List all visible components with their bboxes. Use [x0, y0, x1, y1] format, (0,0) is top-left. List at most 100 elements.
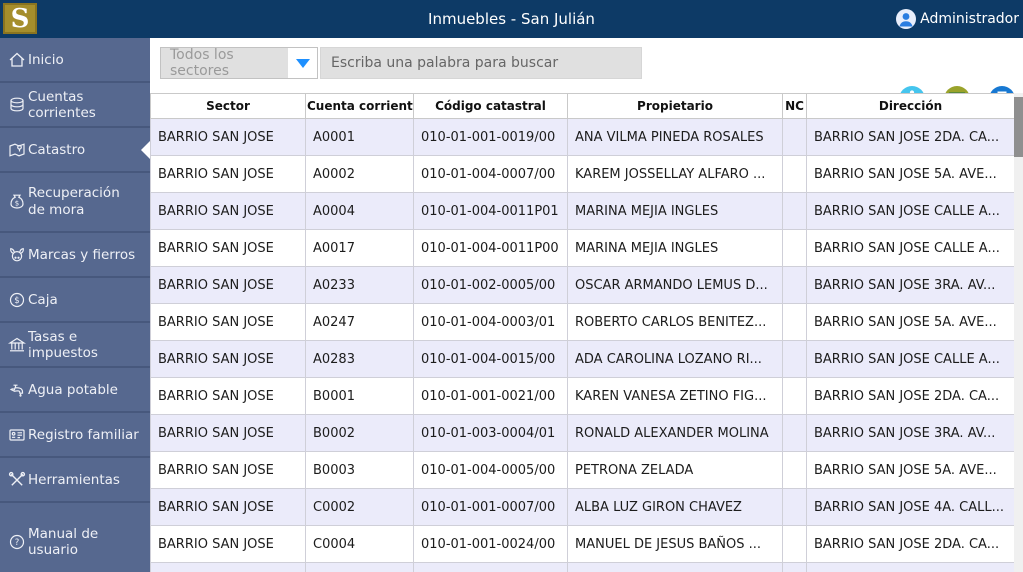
- sidebar-item-cuentas-corrientes[interactable]: Cuentas corrientes: [0, 83, 150, 128]
- table-cell: BARRIO SAN JOSE: [150, 525, 306, 563]
- table-cell: [782, 525, 807, 563]
- table-cell: ADA CAROLINA LOZANO RI...: [567, 340, 783, 378]
- table-cell: 010-01-003-0004/01: [413, 414, 568, 452]
- user-menu[interactable]: Administrador: [894, 0, 1019, 38]
- table-cell: [782, 451, 807, 489]
- sidebar-item-marcas-y-fierros[interactable]: Marcas y fierros: [0, 233, 150, 278]
- chevron-down-icon: [295, 58, 310, 68]
- sidebar-item-label: Tasas e impuestos: [28, 328, 98, 361]
- active-item-notch: [141, 140, 150, 159]
- table-cell: OSCAR ARMANDO LEMUS D...: [567, 266, 783, 304]
- table-cell: BARRIO SAN JOSE 2DA. CA...: [806, 118, 1014, 156]
- table-row-partial[interactable]: Ñ: [150, 562, 1014, 572]
- table-cell: [782, 155, 807, 193]
- table-cell: [782, 340, 807, 378]
- table-cell: 010-01-001-0021/00: [413, 377, 568, 415]
- table-cell: [782, 229, 807, 267]
- table-cell: A0002: [305, 155, 414, 193]
- table-cell: [150, 562, 306, 572]
- table-cell: BARRIO SAN JOSE 3RA. AV...: [806, 266, 1014, 304]
- sidebar-item-label: Caja: [28, 291, 58, 308]
- money-bag-icon: $: [10, 194, 24, 209]
- table-row[interactable]: BARRIO SAN JOSE B0002 010-01-003-0004/01 RO…: [150, 414, 1014, 452]
- table-cell: BARRIO SAN JOSE 5A. AVE...: [806, 303, 1014, 341]
- table-row[interactable]: BARRIO SAN JOSE A0001 010-01-001-0019/00 AN…: [150, 118, 1014, 156]
- table-row[interactable]: BARRIO SAN JOSE A0004 010-01-004-0011P01 MA…: [150, 192, 1014, 230]
- sidebar-item-caja[interactable]: $ Caja: [0, 278, 150, 323]
- table-cell: A0001: [305, 118, 414, 156]
- table-cell: 010-01-004-0003/01: [413, 303, 568, 341]
- sidebar-item-label: Recuperación de mora: [28, 185, 120, 218]
- table-cell: BARRIO SAN JOSE 2DA. CA...: [806, 377, 1014, 415]
- sidebar-item-recuperacion-de-mora[interactable]: $ Recuperación de mora: [0, 173, 150, 233]
- table-cell: [782, 414, 807, 452]
- table-cell: BARRIO SAN JOSE CALLE A...: [806, 229, 1014, 267]
- table-row[interactable]: BARRIO SAN JOSE C0004 010-01-001-0024/00 MA…: [150, 525, 1014, 563]
- sidebar-item-inicio[interactable]: Inicio: [0, 38, 150, 83]
- bank-icon: [7, 337, 27, 351]
- table-cell: ROBERTO CARLOS BENITEZ...: [567, 303, 783, 341]
- column-header: Sector: [150, 93, 306, 119]
- svg-text:$: $: [14, 296, 19, 306]
- id-card-icon: [9, 428, 25, 441]
- table-cell: BARRIO SAN JOSE: [150, 229, 306, 267]
- user-name: Administrador: [920, 11, 1019, 27]
- faucet-icon: [9, 384, 24, 397]
- table-cell: 010-01-004-0007/00: [413, 155, 568, 193]
- sidebar-item-catastro[interactable]: Catastro: [0, 128, 150, 173]
- column-header: NC: [782, 93, 807, 119]
- sector-dropdown[interactable]: Todos los sectores: [160, 47, 318, 79]
- table-row[interactable]: BARRIO SAN JOSE A0283 010-01-004-0015/00 AD…: [150, 340, 1014, 378]
- table-row[interactable]: BARRIO SAN JOSE C0002 010-01-001-0007/00 AL…: [150, 488, 1014, 526]
- table-cell: 010-01-001-0007/00: [413, 488, 568, 526]
- table-cell: [413, 562, 568, 572]
- table-row[interactable]: BARRIO SAN JOSE B0003 010-01-004-0005/00 PE…: [150, 451, 1014, 489]
- svg-text:?: ?: [15, 538, 20, 548]
- table-cell: [305, 562, 414, 572]
- table-cell: BARRIO SAN JOSE: [150, 451, 306, 489]
- sidebar: Inicio Cuentas corrientes Catastro $ Rec…: [0, 38, 150, 572]
- table-cell: [782, 192, 807, 230]
- app-header: S Inmuebles - San Julián Administrador: [0, 0, 1023, 38]
- sidebar-item-manual-de-usuario[interactable]: ? Manual de usuario: [0, 519, 150, 564]
- table-cell: MANUEL DE JESUS BAÑOS ...: [567, 525, 783, 563]
- vertical-scrollbar[interactable]: [1014, 93, 1023, 572]
- table-cell: B0001: [305, 377, 414, 415]
- sidebar-item-label: Registro familiar: [28, 426, 139, 443]
- table-cell: KAREN VANESA ZETINO FIG...: [567, 377, 783, 415]
- table-cell: MARINA MEJIA INGLES: [567, 192, 783, 230]
- sidebar-item-herramientas[interactable]: Herramientas: [0, 458, 150, 503]
- sidebar-item-agua-potable[interactable]: Agua potable: [0, 368, 150, 413]
- table-cell: ALBA LUZ GIRON CHAVEZ: [567, 488, 783, 526]
- table-cell: 010-01-001-0019/00: [413, 118, 568, 156]
- search-input[interactable]: [320, 47, 642, 79]
- scrollbar-thumb[interactable]: [1014, 97, 1023, 157]
- table-body: BARRIO SAN JOSE A0001 010-01-001-0019/00 AN…: [150, 118, 1014, 572]
- table-row[interactable]: BARRIO SAN JOSE A0002 010-01-004-0007/00 KA…: [150, 155, 1014, 193]
- sidebar-item-label: Catastro: [28, 141, 86, 158]
- table-row[interactable]: BARRIO SAN JOSE A0247 010-01-004-0003/01 RO…: [150, 303, 1014, 341]
- table-cell: A0017: [305, 229, 414, 267]
- table-row[interactable]: BARRIO SAN JOSE A0017 010-01-004-0011P00 MA…: [150, 229, 1014, 267]
- home-icon: [9, 52, 25, 67]
- table-cell: BARRIO SAN JOSE: [150, 488, 306, 526]
- column-header: Dirección: [806, 93, 1014, 119]
- table-cell: BARRIO SAN JOSE 4A. CALL...: [806, 488, 1014, 526]
- sidebar-item-label: Agua potable: [28, 381, 118, 398]
- table-cell: RONALD ALEXANDER MOLINA: [567, 414, 783, 452]
- table-cell: [782, 303, 807, 341]
- map-pin-icon: [9, 142, 25, 157]
- sidebar-item-registro-familiar[interactable]: Registro familiar: [0, 413, 150, 458]
- sidebar-item-label: Herramientas: [28, 471, 120, 488]
- table-cell: BARRIO SAN JOSE: [150, 414, 306, 452]
- sidebar-item-label: Inicio: [28, 51, 64, 68]
- table-cell: B0003: [305, 451, 414, 489]
- table-cell: BARRIO SAN JOSE 2DA. CA...: [806, 525, 1014, 563]
- table-cell: BARRIO SAN JOSE 3RA. AV...: [806, 414, 1014, 452]
- table-row[interactable]: BARRIO SAN JOSE B0001 010-01-001-0021/00 KA…: [150, 377, 1014, 415]
- sidebar-item-tasas-e-impuestos[interactable]: Tasas e impuestos: [0, 323, 150, 368]
- sidebar-item-label: Marcas y fierros: [28, 246, 136, 263]
- table-cell: A0283: [305, 340, 414, 378]
- sidebar-item-label: Manual de usuario: [28, 525, 99, 558]
- table-row[interactable]: BARRIO SAN JOSE A0233 010-01-002-0005/00 OS…: [150, 266, 1014, 304]
